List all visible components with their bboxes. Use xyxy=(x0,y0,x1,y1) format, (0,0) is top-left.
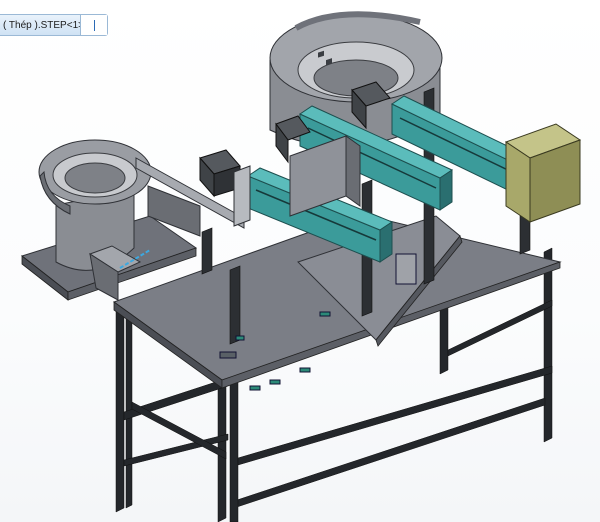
machine-assembly-model[interactable] xyxy=(0,0,600,522)
control-box xyxy=(504,123,582,223)
graphics-viewport[interactable]: ( Thép ).STEP<1> xyxy=(0,0,600,522)
